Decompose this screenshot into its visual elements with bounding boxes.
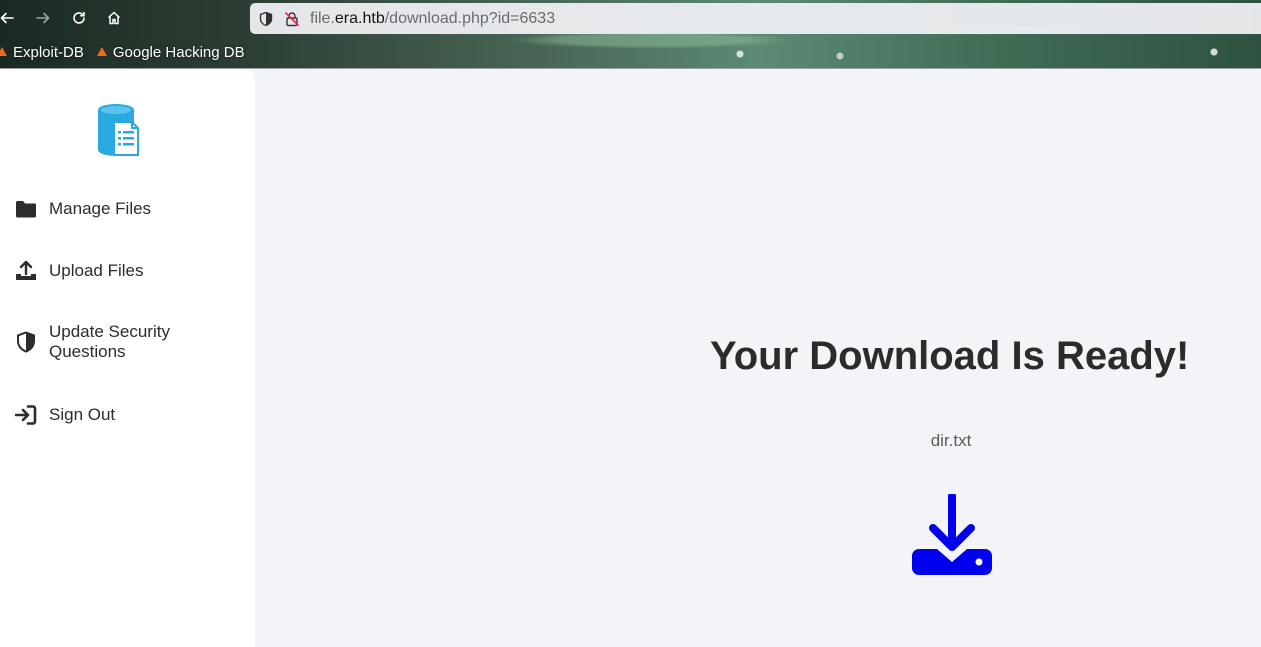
- main-content: Your Download Is Ready! dir.txt: [255, 69, 1261, 647]
- ghdb-icon: [96, 46, 108, 58]
- sidebar-item-label: Upload Files: [49, 261, 144, 280]
- sidebar-item-label: Manage Files: [49, 199, 152, 218]
- bookmarks-bar: Exploit-DB Google Hacking DB: [0, 40, 257, 64]
- sidebar-item-label: Sign Out: [49, 405, 116, 424]
- bookmark-label: Google Hacking DB: [112, 43, 245, 61]
- download-button[interactable]: [911, 492, 993, 576]
- url-text: file.era.htb/download.php?id=6633: [310, 10, 555, 28]
- home-button[interactable]: [102, 6, 126, 30]
- shield-icon: [14, 330, 38, 354]
- url-path: /download.php?id=6633: [384, 9, 556, 27]
- address-bar[interactable]: file.era.htb/download.php?id=6633: [250, 3, 1261, 34]
- forward-arrow-icon: [36, 12, 50, 24]
- back-button[interactable]: [0, 6, 19, 30]
- download-filename: dir.txt: [930, 431, 972, 450]
- bookmark-google-hacking-db[interactable]: Google Hacking DB: [96, 44, 245, 61]
- exploitdb-icon: [0, 46, 8, 58]
- sidebar: Manage Files Upload Files Update Securit…: [0, 69, 255, 647]
- folder-icon: [14, 197, 38, 221]
- sidebar-item-update-security-questions[interactable]: Update Security Questions: [14, 322, 244, 362]
- file-storage-logo-icon: [96, 103, 142, 157]
- bookmark-exploit-db[interactable]: Exploit-DB: [0, 44, 84, 61]
- download-icon: [912, 492, 992, 575]
- sidebar-item-upload-files[interactable]: Upload Files: [14, 259, 244, 283]
- forward-button[interactable]: [31, 6, 55, 30]
- reload-icon: [73, 11, 85, 24]
- upload-icon: [14, 259, 38, 283]
- sidebar-item-sign-out[interactable]: Sign Out: [14, 403, 244, 427]
- page-title: Your Download Is Ready!: [710, 334, 1190, 378]
- home-icon: [107, 11, 121, 25]
- back-arrow-icon: [0, 12, 14, 24]
- tracking-protection-icon[interactable]: [258, 11, 274, 27]
- url-prefix: file.: [310, 9, 335, 27]
- sidebar-item-label: Update Security Questions: [49, 322, 170, 361]
- insecure-lock-icon[interactable]: [284, 11, 300, 27]
- bookmark-label: Exploit-DB: [13, 43, 84, 61]
- browser-toolbar: file.era.htb/download.php?id=6633 Exploi…: [0, 0, 1261, 69]
- sign-out-icon: [14, 403, 38, 427]
- url-domain: era.htb: [334, 9, 385, 27]
- reload-button[interactable]: [67, 6, 91, 30]
- sidebar-item-manage-files[interactable]: Manage Files: [14, 197, 244, 221]
